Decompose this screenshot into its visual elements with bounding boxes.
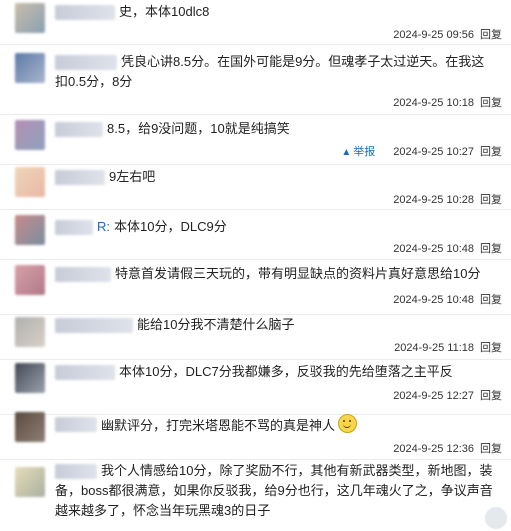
watermark-logo-icon	[485, 507, 507, 529]
smile-emoji-icon	[338, 414, 358, 433]
avatar[interactable]	[15, 317, 45, 347]
comment-body: 我个人情感给10分，除了奖励不行，其他有新武器类型，新地图，装备，boss都很满…	[55, 463, 493, 518]
comment-text: R: 本体10分，DLC9分	[55, 217, 497, 237]
comment-item: 特意首发请假三天玩的，带有明显缺点的资料片真好意思给10分 2024-9-25 1…	[0, 260, 511, 315]
timestamp: 2024-9-25 09:56	[393, 29, 474, 41]
comment-text: 能给10分我不清楚什么脑子	[55, 315, 497, 335]
comment-text: 凭良心讲8.5分。在国外可能是9分。但魂孝子太过逆天。在我这扣0.5分，8分	[55, 52, 497, 92]
avatar[interactable]	[15, 120, 45, 150]
comment-text: 特意首发请假三天玩的，带有明显缺点的资料片真好意思给10分	[55, 264, 497, 284]
comment-item: 我个人情感给10分，除了奖励不行，其他有新武器类型，新地图，装备，boss都很满…	[0, 460, 511, 531]
avatar[interactable]	[15, 53, 45, 83]
comment-item: R: 本体10分，DLC9分 2024-9-25 10:48 回复	[0, 210, 511, 260]
timestamp: 2024-9-25 11:18	[394, 342, 474, 354]
timestamp: 2024-9-25 12:36	[393, 443, 474, 455]
timestamp: 2024-9-25 10:48	[393, 243, 474, 255]
comment-item: 本体10分，DLC7分我都嫌多，反驳我的先给堕落之主平反 2024-9-25 12…	[0, 360, 511, 415]
comment-item: 9左右吧 2024-9-25 10:28 回复	[0, 165, 511, 210]
comment-item: 幽默评分，打完米塔恩能不骂的真是神人 2024-9-25 12:36 回复	[0, 412, 511, 460]
comment-body: 特意首发请假三天玩的，带有明显缺点的资料片真好意思给10分	[115, 266, 481, 281]
comment-meta: 2024-9-25 09:56 回复	[387, 26, 502, 42]
timestamp: 2024-9-25 10:28	[393, 194, 474, 206]
comment-body: 凭良心讲8.5分。在国外可能是9分。但魂孝子太过逆天。在我这扣0.5分，8分	[55, 54, 485, 89]
comment-meta: ▲ 举报 2024-9-25 10:27 回复	[341, 143, 502, 159]
comment-body: 史，本体10dlc8	[119, 4, 210, 19]
reply-link[interactable]: 回复	[480, 443, 502, 455]
comment-meta: 2024-9-25 11:18 回复	[388, 339, 502, 355]
reply-link[interactable]: 回复	[480, 342, 502, 354]
reply-link[interactable]: 回复	[480, 390, 502, 402]
comment-meta: 2024-9-25 10:18 回复	[387, 94, 502, 110]
avatar[interactable]	[15, 412, 45, 442]
avatar[interactable]	[15, 265, 45, 295]
comment-text: 幽默评分，打完米塔恩能不骂的真是神人	[55, 414, 497, 436]
comment-meta: 2024-9-25 10:48 回复	[387, 240, 502, 256]
avatar[interactable]	[15, 363, 45, 393]
comment-body: 本体10分，DLC9分	[114, 219, 227, 234]
reply-link[interactable]: 回复	[480, 146, 502, 158]
comment-meta: 2024-9-25 10:48 回复	[387, 291, 502, 307]
comment-meta: 2024-9-25 12:36 回复	[387, 440, 502, 456]
reply-link[interactable]: 回复	[480, 243, 502, 255]
avatar[interactable]	[15, 215, 45, 245]
reply-link[interactable]: 回复	[480, 294, 502, 306]
reply-link[interactable]: 回复	[480, 97, 502, 109]
timestamp: 2024-9-25 10:48	[393, 294, 474, 306]
timestamp: 2024-9-25 12:27	[393, 390, 474, 402]
comment-meta: 2024-9-25 10:28 回复	[387, 191, 502, 207]
comment-body: 能给10分我不清楚什么脑子	[137, 317, 295, 332]
timestamp: 2024-9-25 10:18	[393, 97, 474, 109]
comment-text: 史，本体10dlc8	[55, 2, 497, 22]
warning-triangle-icon: ▲	[341, 147, 352, 158]
comment-list: 史，本体10dlc8 2024-9-25 09:56 回复 凭良心讲8.5分。在国外可…	[0, 0, 511, 531]
reply-link[interactable]: 回复	[480, 194, 502, 206]
avatar[interactable]	[15, 167, 45, 197]
report-link[interactable]: 举报	[353, 146, 375, 158]
comment-item: 史，本体10dlc8 2024-9-25 09:56 回复	[0, 0, 511, 45]
comment-item: 8.5，给9没问题，10就是纯搞笑 ▲ 举报 2024-9-25 10:27 回复	[0, 115, 511, 165]
comment-item: 凭良心讲8.5分。在国外可能是9分。但魂孝子太过逆天。在我这扣0.5分，8分 20…	[0, 45, 511, 115]
avatar[interactable]	[15, 3, 45, 33]
comment-body: 9左右吧	[109, 169, 156, 184]
comment-text: 本体10分，DLC7分我都嫌多，反驳我的先给堕落之主平反	[55, 362, 497, 382]
comment-text: 9左右吧	[55, 167, 497, 187]
comment-meta: 2024-9-25 12:27 回复	[387, 387, 502, 403]
comment-text: 8.5，给9没问题，10就是纯搞笑	[55, 119, 497, 139]
comment-body: 本体10分，DLC7分我都嫌多，反驳我的先给堕落之主平反	[119, 364, 453, 379]
username-suffix: R:	[97, 219, 110, 234]
comment-body: 幽默评分，打完米塔恩能不骂的真是神人	[101, 418, 336, 433]
comment-item: 能给10分我不清楚什么脑子 2024-9-25 11:18 回复	[0, 315, 511, 360]
comment-body: 8.5，给9没问题，10就是纯搞笑	[107, 121, 290, 136]
avatar[interactable]	[15, 467, 45, 497]
comment-text: 我个人情感给10分，除了奖励不行，其他有新武器类型，新地图，装备，boss都很满…	[55, 461, 497, 521]
reply-link[interactable]: 回复	[480, 29, 502, 41]
timestamp: 2024-9-25 10:27	[393, 146, 474, 158]
